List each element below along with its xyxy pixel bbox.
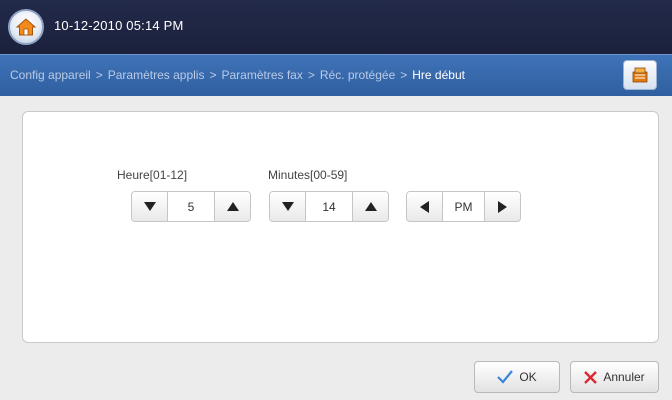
hour-increase-button[interactable] bbox=[214, 192, 250, 221]
hour-stepper: 5 bbox=[131, 191, 251, 222]
time-setting-panel: Heure[01-12] 5 Minutes[00-59] 14 PM bbox=[22, 111, 659, 343]
ampm-next-button[interactable] bbox=[484, 192, 520, 221]
minutes-increase-button[interactable] bbox=[352, 192, 388, 221]
triangle-up-icon bbox=[364, 202, 377, 211]
minutes-label: Minutes[00-59] bbox=[268, 168, 348, 182]
close-icon bbox=[584, 370, 598, 384]
triangle-down-icon bbox=[281, 202, 294, 211]
ok-button-label: OK bbox=[519, 370, 537, 384]
ok-button[interactable]: OK bbox=[474, 361, 560, 393]
triangle-right-icon bbox=[498, 200, 507, 213]
cancel-button[interactable]: Annuler bbox=[570, 361, 659, 393]
checkmark-icon bbox=[497, 370, 514, 384]
minutes-stepper: 14 bbox=[269, 191, 389, 222]
breadcrumb-separator: > bbox=[307, 68, 315, 82]
hour-value: 5 bbox=[187, 199, 195, 214]
breadcrumb-separator: > bbox=[95, 68, 103, 82]
minutes-value: 14 bbox=[322, 199, 336, 214]
ampm-previous-button[interactable] bbox=[407, 192, 443, 221]
cancel-button-label: Annuler bbox=[603, 370, 645, 384]
breadcrumb-item-parametres-fax[interactable]: Paramètres fax bbox=[221, 68, 302, 82]
triangle-left-icon bbox=[420, 200, 429, 213]
breadcrumb-item-rec-protegee[interactable]: Réc. protégée bbox=[320, 68, 395, 82]
breadcrumb-item-parametres-applis[interactable]: Paramètres applis bbox=[108, 68, 205, 82]
breadcrumb-separator: > bbox=[400, 68, 408, 82]
hour-decrease-button[interactable] bbox=[132, 192, 168, 221]
hour-label: Heure[01-12] bbox=[117, 168, 188, 182]
home-icon bbox=[15, 18, 37, 36]
triangle-up-icon bbox=[226, 202, 239, 211]
triangle-down-icon bbox=[143, 202, 156, 211]
breadcrumb-current: Hre début bbox=[412, 68, 465, 82]
job-status-icon bbox=[632, 67, 648, 83]
home-button[interactable] bbox=[8, 9, 44, 45]
ampm-selector: PM bbox=[406, 191, 521, 222]
ampm-value: PM bbox=[454, 199, 473, 214]
status-bar: 10-12-2010 05:14 PM bbox=[0, 0, 672, 54]
breadcrumb-item-config-appareil[interactable]: Config appareil bbox=[10, 68, 91, 82]
breadcrumb-bar: Config appareil > Paramètres applis > Paramè… bbox=[0, 54, 672, 96]
breadcrumb: Config appareil > Paramètres applis > Paramè… bbox=[10, 68, 465, 82]
job-status-button[interactable] bbox=[623, 60, 657, 90]
minutes-decrease-button[interactable] bbox=[270, 192, 306, 221]
datetime-display: 10-12-2010 05:14 PM bbox=[54, 18, 184, 33]
breadcrumb-separator: > bbox=[209, 68, 217, 82]
